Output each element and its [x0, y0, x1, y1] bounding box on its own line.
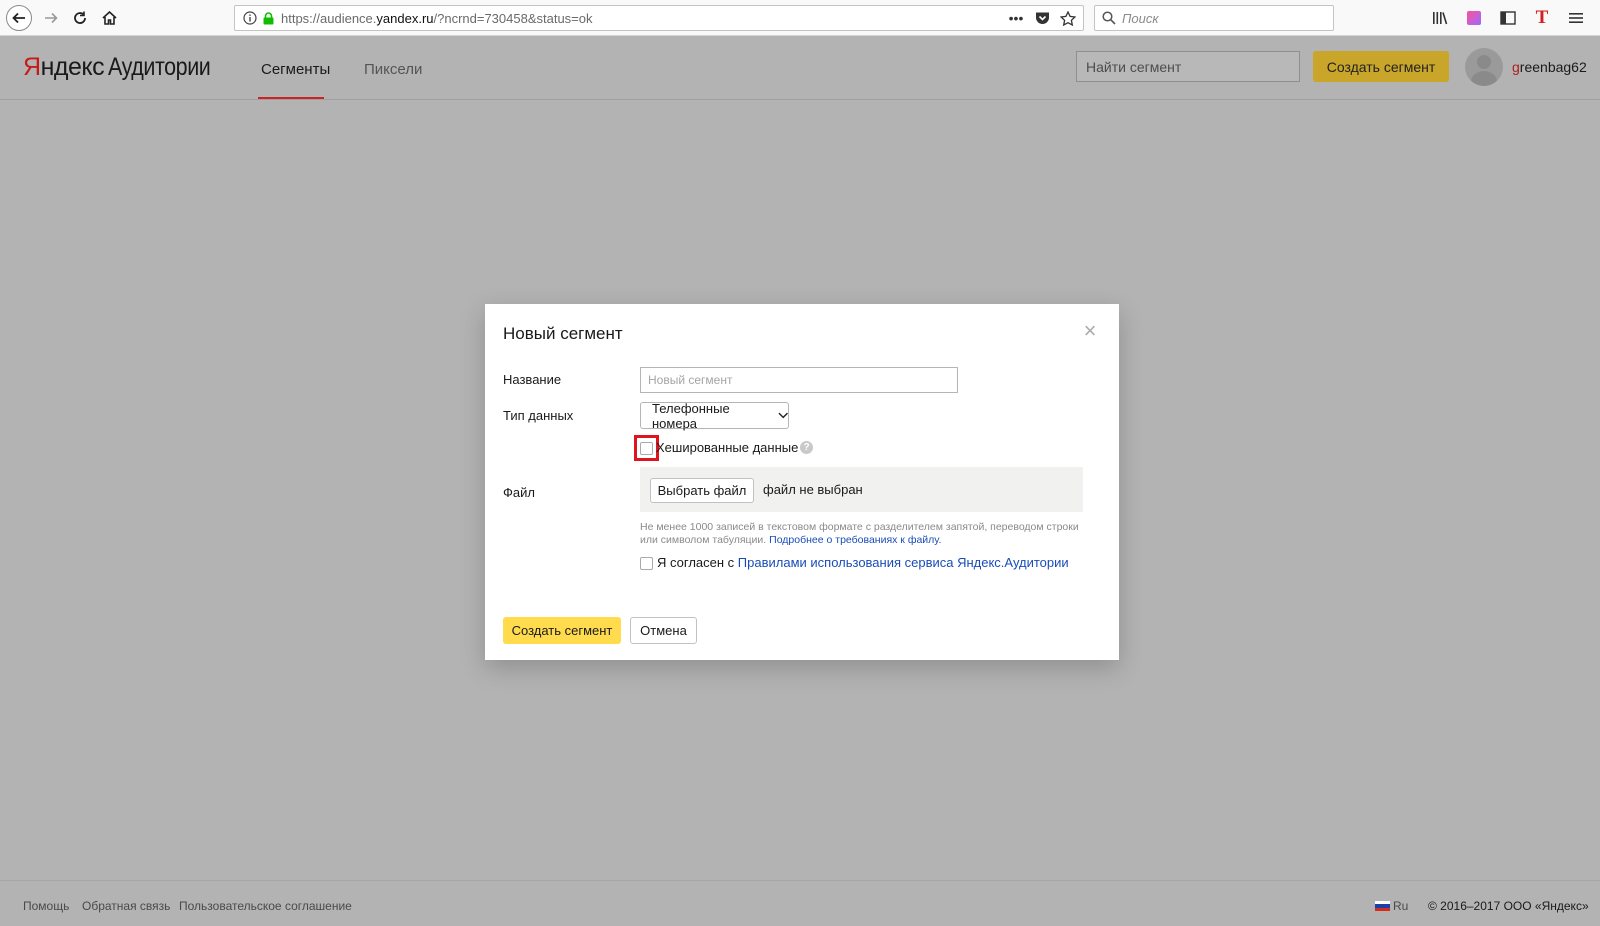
file-status: файл не выбран [763, 482, 863, 497]
chevron-down-icon [778, 412, 788, 419]
logo-ya: Я [23, 53, 41, 81]
avatar[interactable] [1465, 48, 1503, 86]
logo-product: Аудитории [108, 53, 211, 81]
dialog-title: Новый сегмент [503, 324, 623, 343]
file-requirements-link[interactable]: Подробнее о требованиях к файлу. [769, 534, 941, 546]
data-type-select[interactable]: Телефонные номера [640, 400, 789, 431]
translate-t-icon[interactable]: T [1532, 7, 1552, 28]
info-icon[interactable] [242, 10, 258, 26]
arrow-left-icon [12, 12, 25, 24]
browser-toolbar: https://audience.yandex.ru/?ncrnd=730458… [0, 0, 1600, 36]
hashed-data-label[interactable]: Хешированные данные [656, 440, 798, 455]
lock-icon [261, 10, 275, 26]
extension-gradient-icon[interactable] [1464, 8, 1484, 28]
back-button[interactable] [6, 5, 32, 31]
file-label: Файл [503, 485, 535, 500]
create-segment-header-button[interactable]: Создать сегмент [1313, 51, 1449, 82]
home-icon [101, 11, 117, 25]
yandex-audience-logo[interactable]: Яндекс Аудитории [23, 51, 227, 83]
pocket-icon[interactable] [1033, 9, 1051, 27]
arrow-right-icon [45, 12, 58, 24]
url-text: https://audience.yandex.ru/?ncrnd=730458… [281, 11, 593, 26]
agree-text: Я согласен с Правилами использования сер… [657, 555, 1069, 570]
username-rest: reenbag62 [1519, 59, 1587, 75]
copyright: © 2016–2017 ООО «Яндекс» [1428, 899, 1589, 913]
url-domain: yandex.ru [376, 10, 434, 26]
home-button[interactable] [96, 5, 122, 31]
name-label: Название [503, 372, 562, 387]
file-requirements-hint: Не менее 1000 записей в текстовом формат… [640, 521, 1080, 547]
search-icon [1102, 11, 1116, 25]
forward-button[interactable] [38, 5, 64, 31]
file-upload-area: Выбрать файл файл не выбран [640, 467, 1083, 512]
url-prefix: https://audience. [281, 10, 377, 26]
browser-search-bar[interactable] [1094, 5, 1334, 31]
agree-label: Я согласен с [657, 555, 735, 570]
reload-icon [74, 11, 86, 24]
tab-pixels[interactable]: Пиксели [364, 61, 422, 78]
choose-file-button[interactable]: Выбрать файл [650, 478, 754, 503]
help-icon[interactable]: ? [800, 441, 813, 454]
library-icon[interactable] [1430, 8, 1450, 28]
username[interactable]: greenbag62 [1512, 59, 1587, 75]
find-segment-input[interactable] [1076, 51, 1300, 82]
url-actions: ••• [1007, 9, 1077, 27]
bookmark-star-icon[interactable] [1059, 9, 1077, 27]
close-icon[interactable]: × [1081, 320, 1099, 342]
data-type-value: Телефонные номера [652, 400, 730, 431]
cancel-button[interactable]: Отмена [630, 617, 697, 644]
logo-rest: ндекс [40, 53, 105, 81]
reload-button[interactable] [67, 5, 93, 31]
segment-name-input[interactable] [640, 367, 958, 393]
footer: Помощь Обратная связь Пользовательское с… [0, 880, 1600, 926]
russia-flag-icon [1375, 901, 1390, 911]
terms-link[interactable]: Правилами использования сервиса Яндекс.А… [738, 555, 1069, 570]
agree-checkbox[interactable] [640, 557, 653, 570]
footer-link-help[interactable]: Помощь [23, 899, 69, 913]
data-type-label: Тип данных [503, 408, 574, 423]
browser-search-input[interactable] [1122, 10, 1322, 26]
username-first-letter: g [1512, 59, 1520, 75]
url-bar[interactable]: https://audience.yandex.ru/?ncrnd=730458… [234, 5, 1084, 31]
toolbar-icons: T [1430, 7, 1586, 28]
more-actions-icon[interactable]: ••• [1007, 9, 1025, 27]
active-tab-underline [258, 97, 324, 99]
app-header: ЯндексАудитории Сегменты Пиксели Создать… [0, 37, 1600, 100]
menu-icon[interactable] [1566, 8, 1586, 28]
new-segment-dialog: Новый сегмент × Название Тип данных Теле… [485, 304, 1119, 660]
language-switch[interactable]: Ru [1393, 899, 1408, 913]
footer-link-feedback[interactable]: Обратная связь [82, 899, 170, 913]
sidebar-icon[interactable] [1498, 8, 1518, 28]
create-segment-button[interactable]: Создать сегмент [503, 617, 621, 644]
footer-link-agreement[interactable]: Пользовательское соглашение [179, 899, 352, 913]
url-suffix: /?ncrnd=730458&status=ok [433, 10, 593, 26]
tab-segments[interactable]: Сегменты [261, 61, 330, 78]
